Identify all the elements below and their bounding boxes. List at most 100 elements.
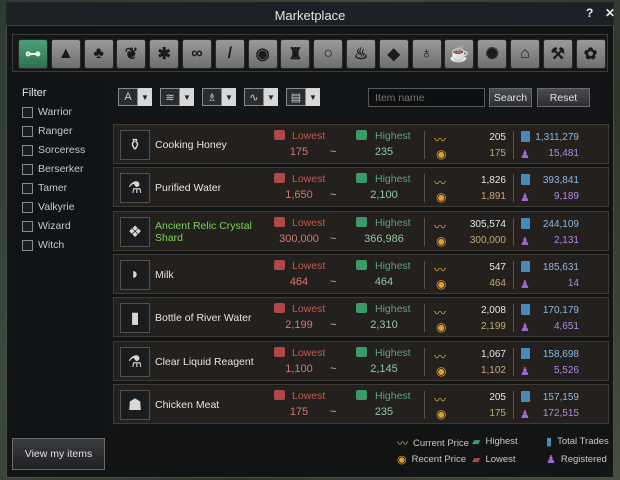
reagent-flask-icon: ⚗ bbox=[120, 346, 150, 377]
crystal-shard-icon: ❖ bbox=[120, 216, 150, 247]
highest-label: Highest bbox=[375, 259, 411, 272]
category-tab-food[interactable]: ☕ bbox=[444, 39, 475, 69]
item-row[interactable]: ⚗ Purified Water Lowest Highest 1,650 ~2,100 〰… bbox=[113, 167, 609, 208]
item-row[interactable]: ▮ Bottle of River Water Lowest Highest 2,199… bbox=[113, 297, 609, 338]
category-tab-material-fish[interactable]: ∞ bbox=[182, 39, 212, 69]
category-tab-misc[interactable]: ✿ bbox=[575, 39, 606, 69]
lowest-label: Lowest bbox=[292, 173, 326, 186]
class-filter-tamer[interactable]: Tamer bbox=[22, 181, 67, 195]
category-tab-material-hide[interactable]: ✱ bbox=[149, 39, 180, 69]
lowest-price: 464 bbox=[289, 275, 309, 288]
category-tab-potion[interactable]: ♁ bbox=[411, 39, 442, 69]
potion-icon: ♁ bbox=[420, 45, 433, 62]
coins-icon: ◉ bbox=[436, 190, 447, 205]
current-price: 205 bbox=[489, 391, 506, 403]
highest-price: 235 bbox=[374, 146, 394, 158]
trend-dropdown[interactable]: ∿ ▼ bbox=[244, 88, 278, 106]
category-tab-material-wood[interactable]: ♣ bbox=[83, 39, 114, 69]
registered-count: 14 bbox=[567, 277, 579, 289]
category-tab-weapon[interactable]: / bbox=[214, 39, 245, 69]
category-tab-dye[interactable]: ✺ bbox=[477, 39, 508, 69]
category-tab-all[interactable]: ⊶ bbox=[18, 39, 48, 69]
filter-title: Filter bbox=[22, 87, 47, 99]
category-tab-crystal[interactable]: ♨ bbox=[346, 39, 376, 69]
item-row[interactable]: ☗ Chicken Meat Lowest Highest 175 ~235 〰 ◉ 205 17… bbox=[113, 383, 609, 424]
checkbox[interactable] bbox=[22, 239, 33, 251]
divider bbox=[424, 217, 425, 246]
category-tab-shield[interactable]: ◉ bbox=[247, 39, 278, 69]
trades-icon: ▮ bbox=[546, 436, 553, 448]
class-filter-wizard[interactable]: Wizard bbox=[22, 219, 71, 233]
current-price: 205 bbox=[489, 132, 506, 143]
current-price: 1,067 bbox=[480, 348, 506, 360]
coin-stack-low-icon: ▰ bbox=[472, 454, 481, 466]
checkbox[interactable] bbox=[22, 182, 33, 194]
lowest-label: Lowest bbox=[292, 346, 326, 359]
trend-icon: ∿ bbox=[244, 88, 264, 106]
divider bbox=[513, 174, 514, 203]
category-tab-armor[interactable]: ♜ bbox=[280, 39, 311, 69]
view-my-items-button[interactable]: View my items bbox=[12, 438, 105, 470]
lowest-price: 300,000 bbox=[279, 232, 319, 245]
legend-registered-label: Registered bbox=[560, 454, 607, 465]
trend-icon: 〰 bbox=[434, 392, 447, 407]
item-row[interactable]: ⚗ Clear Liquid Reagent Lowest Highest 1,100 ~… bbox=[113, 340, 609, 381]
category-tab-material-ore[interactable]: ▲ bbox=[50, 39, 81, 69]
registered-count: 9,189 bbox=[553, 191, 579, 203]
category-tab-furniture[interactable]: ⌂ bbox=[510, 39, 540, 69]
checkbox[interactable] bbox=[22, 144, 33, 156]
category-tab-material-leaf[interactable]: ❦ bbox=[116, 39, 147, 69]
item-name: Clear Liquid Reagent bbox=[155, 355, 254, 368]
grade-dropdown[interactable]: A ▼ bbox=[118, 88, 152, 106]
milk-icon: ◗ bbox=[120, 259, 150, 290]
current-price: 305,574 bbox=[469, 218, 506, 230]
close-button[interactable]: ✕ bbox=[605, 6, 615, 20]
highest-price: 2,100 bbox=[370, 189, 398, 202]
recent-price: 300,000 bbox=[469, 234, 506, 246]
category-tab-ring[interactable]: ○ bbox=[313, 39, 344, 69]
divider bbox=[424, 260, 425, 289]
type-dropdown[interactable]: ≋ ▼ bbox=[160, 88, 194, 106]
material-leaf-icon: ❦ bbox=[124, 46, 139, 63]
lowest-price-icon bbox=[274, 130, 285, 140]
armor-icon: ♜ bbox=[288, 46, 303, 63]
highest-price-icon bbox=[356, 173, 367, 184]
item-row[interactable]: ◗ Milk Lowest Highest 464 ~464 〰 ◉ 547 464 ♟ 185,63… bbox=[113, 253, 609, 294]
divider bbox=[424, 304, 425, 333]
divider bbox=[513, 131, 514, 159]
item-row[interactable]: ❖ Ancient Relic Crystal Shard Lowest Highes… bbox=[113, 210, 609, 251]
weapon-icon: / bbox=[227, 45, 233, 62]
all-icon: ⊶ bbox=[25, 46, 41, 63]
highest-price-icon bbox=[356, 216, 367, 227]
class-filter-warrior[interactable]: Warrior bbox=[22, 105, 72, 119]
class-filter-berserker[interactable]: Berserker bbox=[22, 162, 84, 176]
class-filter-ranger[interactable]: Ranger bbox=[22, 124, 72, 138]
highest-price-icon bbox=[356, 130, 367, 140]
search-button[interactable]: Search bbox=[489, 88, 532, 107]
checkbox[interactable] bbox=[22, 106, 33, 118]
misc-icon: ✿ bbox=[583, 46, 598, 63]
class-filter-witch[interactable]: Witch bbox=[22, 238, 64, 252]
registered-count: 2,131 bbox=[553, 234, 579, 246]
legend-recent-price-label: Recent Price bbox=[411, 454, 466, 465]
bag-dropdown[interactable]: ♗ ▼ bbox=[202, 88, 236, 106]
class-filter-valkyrie[interactable]: Valkyrie bbox=[22, 200, 75, 214]
checkbox[interactable] bbox=[22, 125, 33, 137]
reset-button[interactable]: Reset bbox=[537, 88, 590, 107]
class-filter-sorceress[interactable]: Sorceress bbox=[22, 143, 85, 157]
category-tab-gem[interactable]: ◆ bbox=[378, 39, 409, 69]
checkbox[interactable] bbox=[22, 163, 33, 175]
category-tab-tool[interactable]: ⚒ bbox=[542, 39, 573, 69]
range-separator: ~ bbox=[330, 275, 337, 288]
highest-price-icon bbox=[356, 346, 367, 357]
title-bar[interactable]: Marketplace ? ✕ bbox=[6, 2, 615, 26]
lowest-price-icon bbox=[274, 173, 285, 184]
help-button[interactable]: ? bbox=[586, 6, 593, 20]
scroll-dropdown[interactable]: ▤ ▼ bbox=[286, 88, 320, 106]
search-input[interactable] bbox=[368, 88, 485, 107]
checkbox[interactable] bbox=[22, 220, 33, 232]
checkbox[interactable] bbox=[22, 201, 33, 213]
item-row[interactable]: ⚱ Cooking Honey Lowest Highest 175 ~235 〰 ◉ 205 1… bbox=[113, 124, 609, 164]
range-separator: ~ bbox=[330, 232, 337, 245]
class-filter-label: Witch bbox=[38, 239, 65, 251]
